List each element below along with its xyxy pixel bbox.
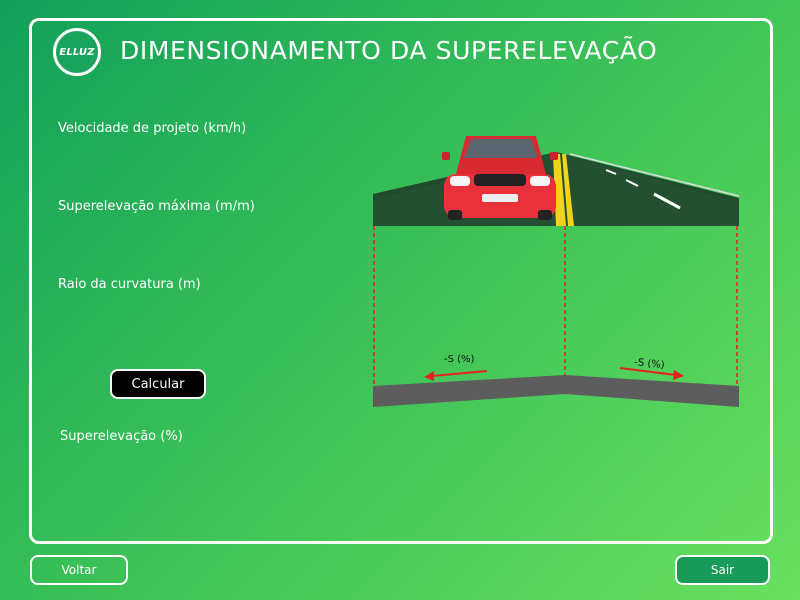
guide-lines <box>373 226 738 384</box>
superelevation-result-label: Superelevação (%) <box>60 429 183 444</box>
max-superelevation-label: Superelevação máxima (m/m) <box>58 199 255 214</box>
radius-label: Raio da curvatura (m) <box>58 277 201 292</box>
logo-text: ELLUZ <box>59 46 95 58</box>
calculate-button[interactable]: Calcular <box>110 369 206 399</box>
road-cross-section <box>373 375 739 407</box>
page-title: DIMENSIONAMENTO DA SUPERELEVAÇÃO <box>120 36 658 65</box>
right-slope-label: -S (%) <box>634 357 666 371</box>
left-slope-arrow <box>424 370 488 381</box>
back-button[interactable]: Voltar <box>30 555 128 585</box>
exit-button[interactable]: Sair <box>675 555 770 585</box>
speed-label: Velocidade de projeto (km/h) <box>58 121 247 136</box>
superelevation-illustration: -S (%) -S (%) <box>373 136 740 407</box>
left-slope-label: -S (%) <box>444 354 475 365</box>
elluz-logo: ELLUZ <box>53 28 101 76</box>
car-icon <box>442 136 558 220</box>
